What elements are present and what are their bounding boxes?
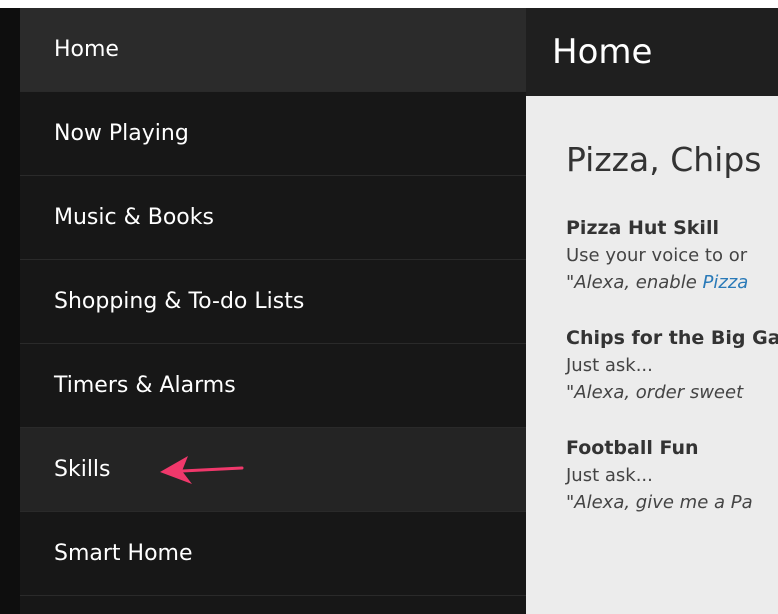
sidebar-item-now-playing[interactable]: Now Playing: [20, 92, 526, 176]
example-text: "Alexa, enable: [566, 272, 703, 293]
sidebar-item-smart-home[interactable]: Smart Home: [20, 512, 526, 596]
skill-link[interactable]: Pizza: [703, 272, 749, 293]
sidebar-item-label: Music & Books: [54, 205, 214, 230]
sidebar-item-shopping-lists[interactable]: Shopping & To-do Lists: [20, 260, 526, 344]
card-title: Chips for the Big Ga: [566, 327, 778, 349]
sidebar-item-label: Now Playing: [54, 121, 189, 146]
sidebar-nav: Home Now Playing Music & Books Shopping …: [20, 8, 526, 614]
sidebar-item-home[interactable]: Home: [20, 8, 526, 92]
list-item: Football Fun Just ask... "Alexa, give me…: [566, 437, 778, 513]
window-edge: [0, 8, 20, 614]
card-example: "Alexa, give me a Pa: [566, 492, 753, 513]
sidebar-item-music-books[interactable]: Music & Books: [20, 176, 526, 260]
sidebar-item-skills[interactable]: Skills: [20, 428, 526, 512]
sidebar-item-label: Home: [54, 37, 119, 62]
sidebar-item-timers-alarms[interactable]: Timers & Alarms: [20, 344, 526, 428]
app-window: Home Now Playing Music & Books Shopping …: [0, 8, 778, 614]
card-example: "Alexa, order sweet: [566, 382, 744, 403]
card-title: Football Fun: [566, 437, 699, 459]
card-description: Just ask...: [566, 465, 653, 486]
main-panel: Home Pizza, Chips Pizza Hut Skill Use yo…: [526, 8, 778, 614]
content-area: Pizza, Chips Pizza Hut Skill Use your vo…: [526, 96, 778, 614]
list-item: Pizza Hut Skill Use your voice to or "Al…: [566, 217, 778, 293]
card-description: Just ask...: [566, 355, 653, 376]
card-title: Pizza Hut Skill: [566, 217, 719, 239]
card-example: "Alexa, enable Pizza: [566, 272, 778, 293]
sidebar-item-label: Smart Home: [54, 541, 193, 566]
sidebar-item-label: Timers & Alarms: [54, 373, 236, 398]
list-item: Chips for the Big Ga Just ask... "Alexa,…: [566, 327, 778, 403]
arrow-left-icon: [160, 456, 244, 484]
page-title: Home: [526, 8, 778, 96]
sidebar-item-label: Skills: [54, 457, 111, 482]
card-description: Use your voice to or: [566, 245, 748, 266]
sidebar-item-label: Shopping & To-do Lists: [54, 289, 305, 314]
section-title: Pizza, Chips: [566, 140, 762, 179]
